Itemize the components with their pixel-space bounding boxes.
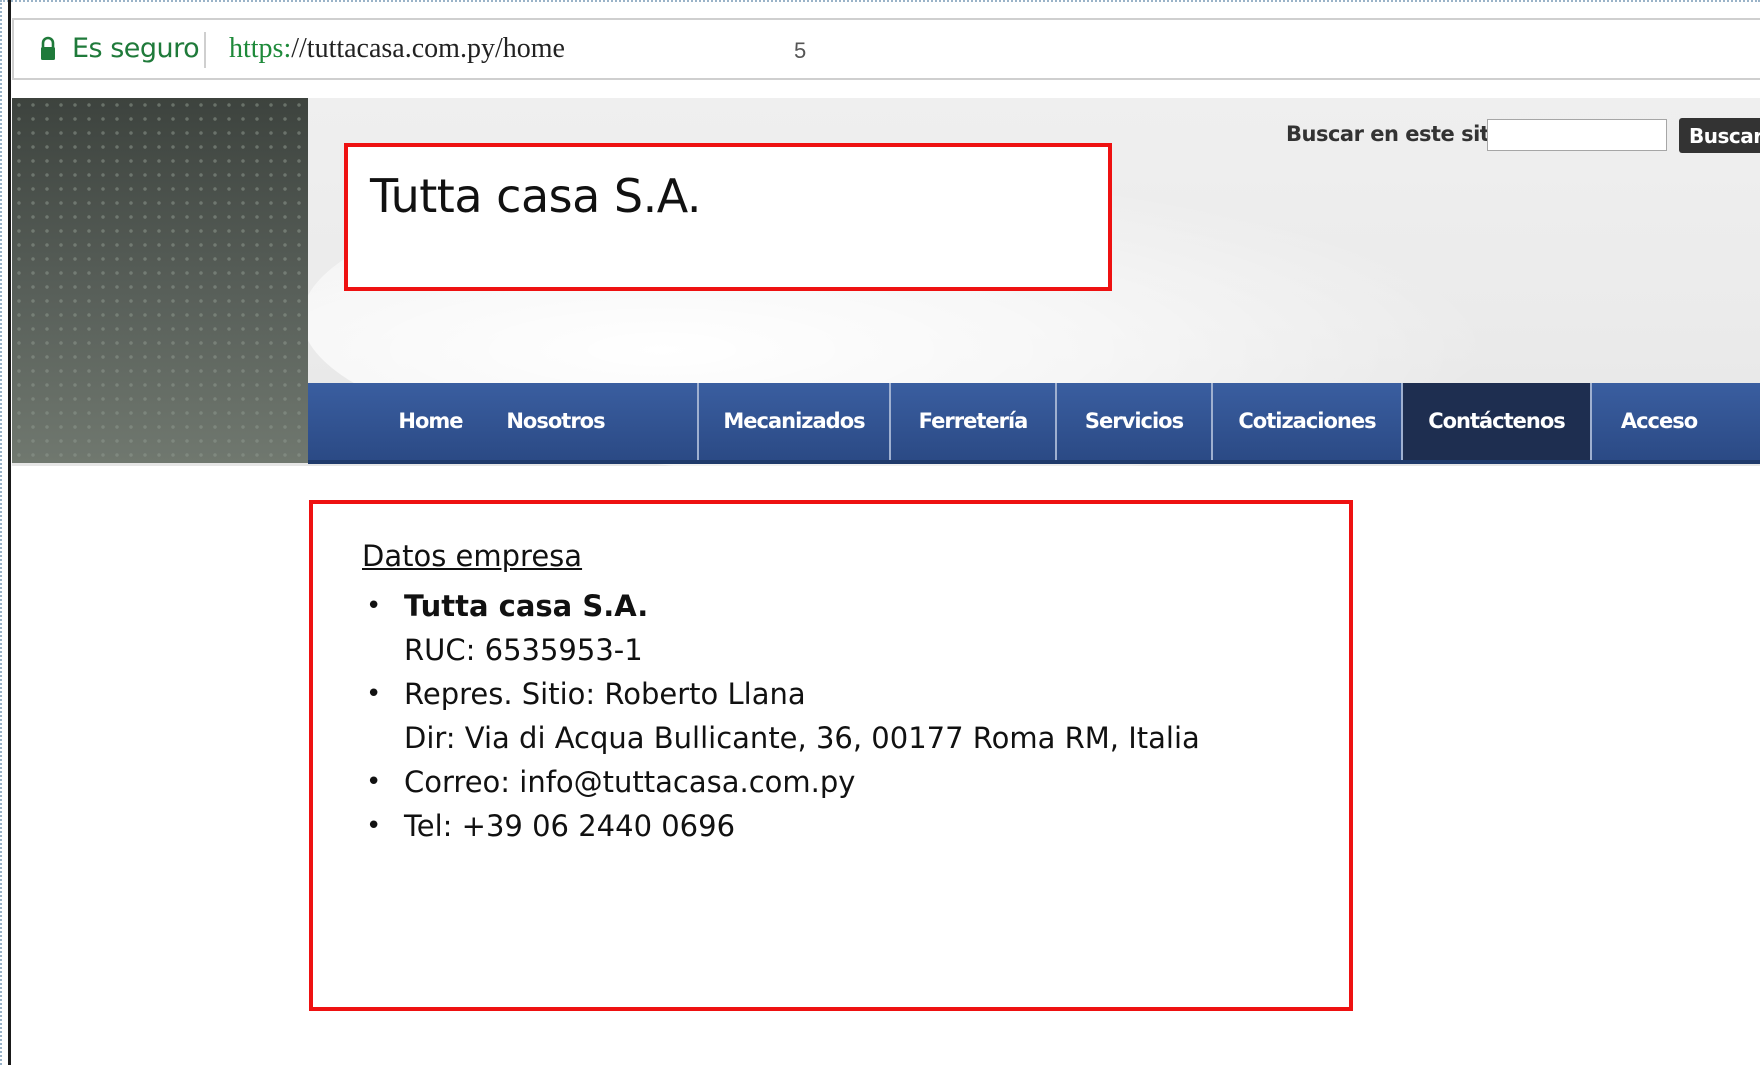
company-data-box: Datos empresa Tutta casa S.A. RUC: 65359…	[309, 500, 1353, 1011]
company-address: Dir: Via di Acqua Bullicante, 36, 00177 …	[404, 721, 1200, 755]
secure-label[interactable]: Es seguro	[72, 33, 200, 64]
nav-underline	[308, 460, 1760, 464]
site-title-box: Tutta casa S.A.	[344, 143, 1112, 291]
address-divider	[204, 32, 206, 68]
search-button[interactable]: Buscar	[1679, 118, 1760, 153]
url-scheme: https:	[229, 33, 292, 64]
main-nav: Home Nosotros Mecanizados Ferretería Ser…	[308, 383, 1760, 460]
url-text[interactable]: https://tuttacasa.com.py/home	[229, 33, 565, 65]
nav-item-mecanizados[interactable]: Mecanizados	[697, 383, 889, 460]
nav-item-ferreteria[interactable]: Ferretería	[889, 383, 1055, 460]
company-phone[interactable]: Tel: +39 06 2440 0696	[404, 804, 1200, 848]
search-label: Buscar en este sitio:	[1286, 122, 1518, 146]
list-item-representative: Repres. Sitio: Roberto Llana Dir: Via di…	[362, 672, 1200, 760]
company-email[interactable]: Correo: info@tuttacasa.com.py	[404, 760, 1200, 804]
nav-item-nosotros[interactable]: Nosotros	[493, 383, 618, 460]
company-name: Tutta casa S.A.	[404, 589, 649, 623]
nav-item-acceso[interactable]: Acceso	[1590, 383, 1726, 460]
list-item-company: Tutta casa S.A. RUC: 6535953-1	[362, 584, 1200, 672]
address-bar[interactable]: Es seguro https://tuttacasa.com.py/home …	[12, 18, 1760, 80]
nav-item-contactenos[interactable]: Contáctenos	[1401, 383, 1590, 460]
nav-item-home[interactable]: Home	[368, 383, 493, 460]
window-left-edge	[8, 0, 11, 1065]
header-dark-panel	[12, 98, 308, 463]
site-title: Tutta casa S.A.	[370, 169, 702, 223]
company-ruc: RUC: 6535953-1	[404, 633, 643, 667]
nav-item-cotizaciones[interactable]: Cotizaciones	[1211, 383, 1401, 460]
search-input[interactable]	[1487, 119, 1667, 151]
text-cursor: 5	[794, 38, 807, 63]
section-heading: Datos empresa	[362, 539, 583, 573]
url-path: //tuttacasa.com.py/home	[291, 33, 565, 64]
company-representative: Repres. Sitio: Roberto Llana	[404, 677, 806, 711]
nav-item-servicios[interactable]: Servicios	[1055, 383, 1211, 460]
company-info-list: Tutta casa S.A. RUC: 6535953-1 Repres. S…	[362, 584, 1200, 848]
list-item-email: Correo: info@tuttacasa.com.py	[362, 760, 1200, 804]
list-item-phone: Tel: +39 06 2440 0696	[362, 804, 1200, 848]
lock-icon	[41, 36, 55, 60]
